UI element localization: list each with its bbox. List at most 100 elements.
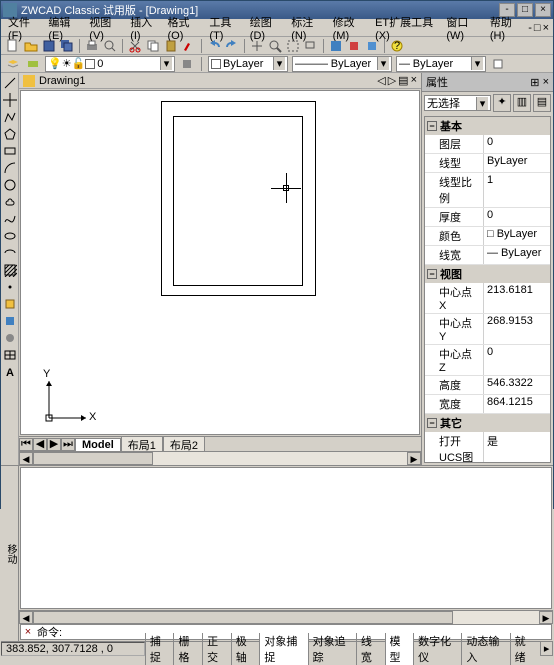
- help-button[interactable]: ?: [389, 38, 405, 54]
- dropdown-icon[interactable]: ▾: [160, 57, 172, 70]
- circle-button[interactable]: [2, 177, 18, 193]
- property-value[interactable]: 546.3322: [483, 376, 550, 394]
- sheet-prev-button[interactable]: ◀: [33, 438, 47, 451]
- print-button[interactable]: [84, 38, 100, 54]
- horizontal-scrollbar[interactable]: ◀ ▶: [19, 451, 421, 465]
- point-button[interactable]: [2, 279, 18, 295]
- property-row[interactable]: 中心点 X213.6181: [425, 283, 550, 314]
- tab-next-icon[interactable]: ▷: [388, 74, 396, 87]
- rectangle-button[interactable]: [2, 143, 18, 159]
- dropdown-icon[interactable]: ▾: [471, 57, 483, 70]
- quickselect-button[interactable]: ✦: [493, 94, 511, 112]
- save-button[interactable]: [41, 38, 57, 54]
- property-row[interactable]: 图层0: [425, 135, 550, 154]
- block-button[interactable]: [2, 296, 18, 312]
- zoom-window-button[interactable]: [285, 38, 301, 54]
- color-combo[interactable]: ByLayer ▾: [208, 56, 288, 72]
- selectobj-button[interactable]: ▤: [533, 94, 551, 112]
- match-button[interactable]: [181, 38, 197, 54]
- doc-close-button[interactable]: ×: [543, 22, 549, 34]
- undo-button[interactable]: [206, 38, 222, 54]
- line-button[interactable]: [2, 75, 18, 91]
- close-button[interactable]: ×: [535, 3, 551, 17]
- tool2-button[interactable]: [364, 38, 380, 54]
- spline-button[interactable]: [2, 211, 18, 227]
- pan-button[interactable]: [249, 38, 265, 54]
- polygon-button[interactable]: [2, 126, 18, 142]
- layer-combo[interactable]: 💡 ☀ 🔓 0 ▾: [45, 56, 175, 72]
- revcloud-button[interactable]: [2, 194, 18, 210]
- zoom-button[interactable]: [267, 38, 283, 54]
- text-button[interactable]: A: [2, 364, 18, 380]
- model-toggle[interactable]: 模型: [385, 633, 414, 665]
- tablet-toggle[interactable]: 数字化仪: [413, 633, 461, 665]
- xline-button[interactable]: [2, 92, 18, 108]
- preview-button[interactable]: [102, 38, 118, 54]
- table-button[interactable]: [2, 347, 18, 363]
- menu-help[interactable]: 帮助(H): [487, 13, 524, 43]
- property-group[interactable]: −基本: [425, 117, 550, 135]
- lineweight-combo[interactable]: — ByLayer ▾: [396, 56, 486, 72]
- property-value[interactable]: 268.9153: [483, 314, 550, 344]
- property-group[interactable]: −其它: [425, 414, 550, 432]
- grid-toggle[interactable]: 栅格: [173, 633, 202, 665]
- layer-state-button[interactable]: [25, 56, 41, 72]
- doc-restore-button[interactable]: □: [534, 22, 541, 34]
- property-group[interactable]: −视图: [425, 265, 550, 283]
- property-value[interactable]: 是: [483, 432, 550, 463]
- canvas[interactable]: X Y: [20, 90, 420, 435]
- tab-list-icon[interactable]: ▤: [398, 74, 408, 87]
- property-row[interactable]: 宽度864.1215: [425, 395, 550, 414]
- cmd-scrollbar[interactable]: ◀ ▶: [19, 610, 553, 624]
- sheet-next-button[interactable]: ▶: [47, 438, 61, 451]
- collapse-icon[interactable]: −: [427, 269, 437, 279]
- property-row[interactable]: 线型比例1: [425, 173, 550, 208]
- coordinate-readout[interactable]: 383.852, 307.7128 , 0: [1, 642, 145, 656]
- tab-prev-icon[interactable]: ◁: [377, 74, 385, 87]
- tool1-button[interactable]: [346, 38, 362, 54]
- collapse-icon[interactable]: −: [427, 121, 437, 131]
- property-row[interactable]: 线宽— ByLayer: [425, 246, 550, 265]
- property-row[interactable]: 高度546.3322: [425, 376, 550, 395]
- osnap-toggle[interactable]: 对象捕捉: [259, 633, 307, 665]
- sheet-tab-layout1[interactable]: 布局1: [121, 436, 163, 453]
- collapse-icon[interactable]: −: [427, 418, 437, 428]
- pin-icon[interactable]: ⊞: [530, 76, 539, 89]
- property-row[interactable]: 中心点 Y268.9153: [425, 314, 550, 345]
- property-value[interactable]: 1: [483, 173, 550, 207]
- rectangle-inner[interactable]: [173, 116, 303, 286]
- open-button[interactable]: [23, 38, 39, 54]
- layer-freeze-button[interactable]: [179, 56, 195, 72]
- snap-toggle[interactable]: 捕捉: [145, 633, 174, 665]
- property-value[interactable]: 0: [483, 345, 550, 375]
- dropdown-icon[interactable]: ▾: [476, 97, 488, 110]
- scroll-thumb[interactable]: [33, 611, 453, 624]
- ellipse-arc-button[interactable]: [2, 245, 18, 261]
- command-history[interactable]: [20, 467, 552, 609]
- region-button[interactable]: [2, 330, 18, 346]
- scroll-left-button[interactable]: ◀: [19, 452, 33, 465]
- ellipse-button[interactable]: [2, 228, 18, 244]
- property-value[interactable]: □ ByLayer: [483, 227, 550, 245]
- property-value[interactable]: 213.6181: [483, 283, 550, 313]
- lwt-toggle[interactable]: 线宽: [356, 633, 385, 665]
- polyline-button[interactable]: [2, 109, 18, 125]
- property-row[interactable]: 颜色□ ByLayer: [425, 227, 550, 246]
- menu-et[interactable]: ET扩展工具(X): [372, 13, 439, 43]
- redo-button[interactable]: [224, 38, 240, 54]
- zoom-prev-button[interactable]: [303, 38, 319, 54]
- property-value[interactable]: ByLayer: [483, 154, 550, 172]
- property-value[interactable]: 0: [483, 208, 550, 226]
- property-value[interactable]: 0: [483, 135, 550, 153]
- paste-button[interactable]: [163, 38, 179, 54]
- menu-window[interactable]: 窗口(W): [443, 13, 482, 43]
- new-button[interactable]: [5, 38, 21, 54]
- document-tab[interactable]: Drawing1: [39, 75, 85, 87]
- doc-minimize-button[interactable]: -: [528, 22, 532, 34]
- cut-button[interactable]: [127, 38, 143, 54]
- polar-toggle[interactable]: 极轴: [231, 633, 260, 665]
- sheet-last-button[interactable]: ⏭: [61, 438, 75, 451]
- properties-button[interactable]: [328, 38, 344, 54]
- ortho-toggle[interactable]: 正交: [202, 633, 231, 665]
- dropdown-icon[interactable]: ▾: [377, 57, 389, 70]
